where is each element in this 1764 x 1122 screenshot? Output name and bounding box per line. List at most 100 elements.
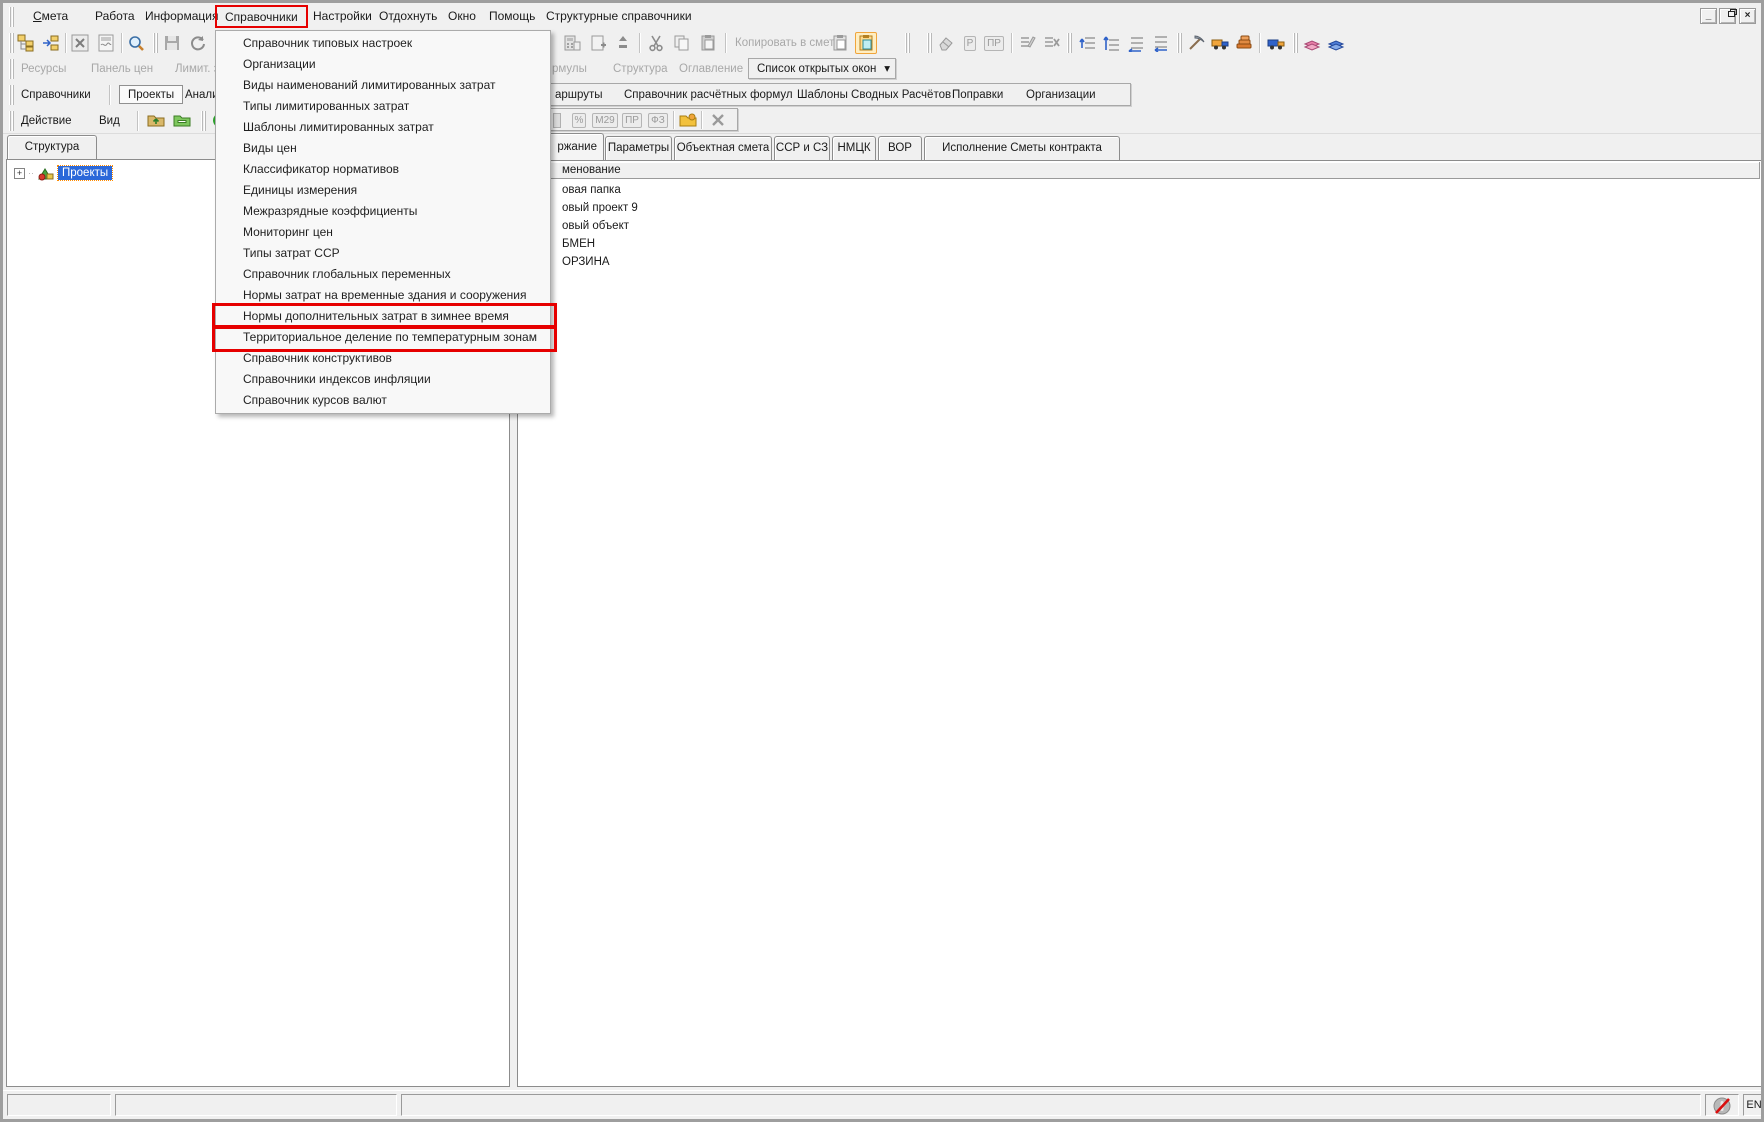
tab-nmck[interactable]: НМЦК: [832, 136, 876, 160]
hierarchy-move-icon[interactable]: [39, 32, 61, 54]
list-item-novyi-proekt-9-fragment[interactable]: овый проект 9: [519, 199, 1760, 217]
menu-nastroyki[interactable]: Настройки: [311, 7, 374, 26]
delete-tree-icon: [1041, 32, 1063, 54]
move-row-up-icon[interactable]: [1101, 32, 1123, 54]
menu-rabota[interactable]: Работа: [93, 7, 137, 26]
language-indicator[interactable]: EN: [1743, 1094, 1764, 1116]
organizacii-button[interactable]: Организации: [1026, 87, 1096, 104]
list-item-novyi-obekt-fragment[interactable]: овый объект: [519, 217, 1760, 235]
pickaxe-icon[interactable]: [1185, 32, 1207, 54]
price-p-icon: P: [959, 32, 981, 54]
toolbar-grip[interactable]: [1293, 33, 1299, 53]
toolbar-grip[interactable]: [9, 59, 15, 79]
right-panel: ржание Параметры Объектная смета ССР и С…: [517, 133, 1763, 1089]
shablony-svodnyh-raschetov-button[interactable]: Шаблоны Сводных Расчётов: [797, 87, 951, 104]
menu-item-shablony-limitirovannyh-zatrat[interactable]: Шаблоны лимитированных затрат: [217, 117, 549, 138]
add-document-icon: [587, 32, 609, 54]
minimize-button[interactable]: _: [1700, 8, 1717, 24]
tab-obektnaya-smeta[interactable]: Объектная смета: [674, 136, 772, 160]
toolbar-separator: [701, 111, 702, 129]
books-pink-icon[interactable]: [1301, 32, 1323, 54]
tab-parametry[interactable]: Параметры: [605, 136, 672, 160]
toolbar-grip[interactable]: [9, 7, 15, 27]
insert-row-above-icon[interactable]: [1077, 32, 1099, 54]
toolbar-grip[interactable]: [905, 33, 911, 53]
menu-item-vidy-naimenovaniy-limitirovannyh-zatrat[interactable]: Виды наименований лимитированных затрат: [217, 75, 549, 96]
hierarchy-expand-icon[interactable]: [15, 32, 37, 54]
menu-item-spravochniki-indeksov-inflyacii[interactable]: Справочники индексов инфляции: [217, 369, 549, 390]
popravki-button[interactable]: Поправки: [952, 87, 1003, 104]
tab-vor[interactable]: ВОР: [878, 136, 922, 160]
menu-vid[interactable]: Вид: [99, 113, 120, 130]
toolbar-grip[interactable]: [1177, 33, 1183, 53]
menu-item-monitoring-cen[interactable]: Мониторинг цен: [217, 222, 549, 243]
toolbar-grip[interactable]: [927, 33, 933, 53]
paste-special-icon: [829, 32, 851, 54]
column-header-label: менование: [562, 162, 621, 178]
menu-item-spravochnik-tipovyh-nastroek[interactable]: Справочник типовых настроек: [217, 33, 549, 54]
open-windows-list-button[interactable]: Список открытых окон ▾: [748, 58, 896, 79]
marshruty-button-fragment[interactable]: аршруты: [555, 87, 603, 104]
annotation-red-box: [212, 325, 557, 352]
move-row-left-icon[interactable]: [1125, 32, 1147, 54]
toolbar-grip[interactable]: [9, 85, 15, 105]
menu-item-tipy-zatrat-ssr[interactable]: Типы затрат ССР: [217, 243, 549, 264]
tab-ispolnenie-smety-kontrakta[interactable]: Исполнение Сметы контракта (ЕИС): [924, 136, 1120, 160]
tree-item-proekty[interactable]: Проекты: [58, 166, 112, 180]
toolbar-separator: [121, 33, 122, 53]
folder-collapse-icon[interactable]: [171, 109, 193, 131]
copy-icon: [671, 32, 693, 54]
tree-expand-icon[interactable]: +: [14, 168, 25, 179]
menu-deystvie[interactable]: Действие: [21, 113, 72, 130]
list-item-korzina-fragment[interactable]: ОРЗИНА: [519, 253, 1760, 271]
folder-settings-icon[interactable]: [677, 109, 699, 131]
list-item-novaya-papka-fragment[interactable]: овая папка: [519, 181, 1760, 199]
toolbar-grip[interactable]: [153, 33, 159, 53]
menu-item-organizacii[interactable]: Организации: [217, 54, 549, 75]
reference-buttons-panel: аршруты Справочник расчётных формул Шабл…: [548, 83, 1131, 106]
delivery-truck-icon[interactable]: [1265, 32, 1287, 54]
restore-button[interactable]: [1719, 8, 1736, 24]
menu-item-klassifikator-normativov[interactable]: Классификатор нормативов: [217, 159, 549, 180]
folder-up-icon[interactable]: [145, 109, 167, 131]
m29-icon: М29: [592, 109, 618, 131]
menu-item-edinicy-izmereniya[interactable]: Единицы измерения: [217, 180, 549, 201]
menu-okno[interactable]: Окно: [446, 7, 478, 26]
menu-item-tipy-limitirovannyh-zatrat[interactable]: Типы лимитированных затрат: [217, 96, 549, 117]
paste-buffer-icon-active[interactable]: [855, 32, 877, 54]
menu-smeta[interactable]: Смета: [31, 7, 70, 26]
save-icon: [161, 32, 183, 54]
menu-otdohnut[interactable]: Отдохнуть: [377, 7, 439, 26]
menu-pomosch[interactable]: Помощь: [487, 7, 537, 26]
copy-to-estimate-button: Копировать в смету: [735, 35, 840, 52]
tree-connector: ··: [28, 168, 34, 178]
tab-struktura[interactable]: Структура: [7, 135, 97, 159]
bricks-icon[interactable]: [1233, 32, 1255, 54]
readonly-indicator-icon: [1712, 1096, 1732, 1116]
books-blue-icon[interactable]: [1325, 32, 1347, 54]
menu-informacia[interactable]: Информация: [143, 7, 220, 26]
insert-row-left-icon[interactable]: [1149, 32, 1171, 54]
sort-order-icon: [613, 32, 633, 54]
delete-x-icon: [707, 109, 729, 131]
tab-spravochniki[interactable]: Справочники: [21, 87, 91, 104]
tab-ssr-i-sz[interactable]: ССР и СЗ: [774, 136, 830, 160]
toolbar-separator: [725, 33, 726, 53]
menu-item-mezhrazryadnye-koefficienty[interactable]: Межразрядные коэффициенты: [217, 201, 549, 222]
raschetnye-formuly-button[interactable]: Справочник расчётных формул: [624, 87, 793, 104]
column-header-naimenovanie-fragment[interactable]: менование: [519, 162, 1760, 179]
truck-icon[interactable]: [1209, 32, 1231, 54]
tab-proekty-selected[interactable]: Проекты: [119, 85, 183, 104]
menu-strukturnye-spravochniki[interactable]: Структурные справочники: [544, 7, 694, 26]
list-item-obmen-fragment[interactable]: БМЕН: [519, 235, 1760, 253]
menu-item-spravochnik-globalnyh-peremennyh[interactable]: Справочник глобальных переменных: [217, 264, 549, 285]
menu-item-vidy-cen[interactable]: Виды цен: [217, 138, 549, 159]
menu-spravochniki-highlighted[interactable]: Справочники: [215, 5, 308, 28]
toolbar-grip[interactable]: [9, 111, 15, 131]
close-button[interactable]: ×: [1739, 8, 1756, 24]
formuly-button-fragment: рмулы: [552, 61, 587, 78]
toolbar-grip[interactable]: [1067, 33, 1073, 53]
search-icon[interactable]: [125, 32, 147, 54]
toolbar-grip[interactable]: [201, 111, 207, 131]
menu-item-spravochnik-kursov-valyut[interactable]: Справочник курсов валют: [217, 390, 549, 411]
